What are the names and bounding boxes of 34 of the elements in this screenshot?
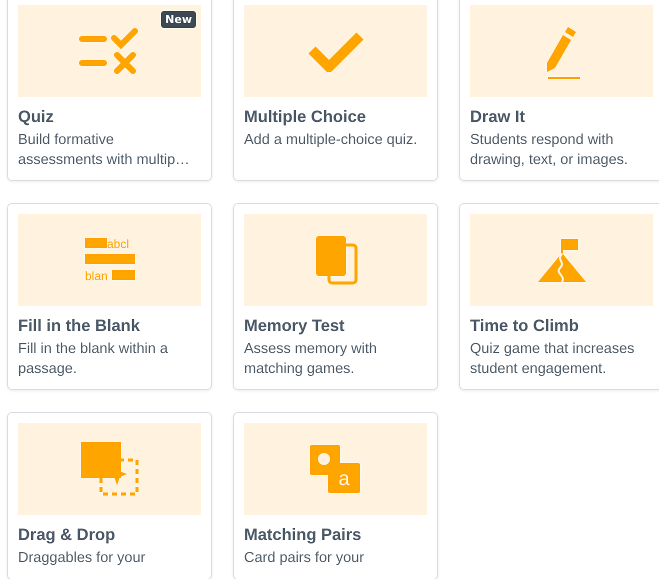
blank-bar <box>112 270 134 280</box>
blank-bar <box>84 238 106 248</box>
card-description: Build formative assessments with multip… <box>18 131 191 170</box>
blank-bar <box>84 254 134 264</box>
icon-label: a <box>338 468 350 490</box>
activity-card[interactable]: New Quiz Build formative assessments with multip… <box>7 0 212 181</box>
drag-drop-icon <box>78 440 140 498</box>
card-description: Assess memory with matching games. <box>244 340 378 378</box>
card-title: Time to Climb <box>470 316 580 337</box>
activity-card[interactable]: Multiple Choice Add a multiple-choice quiz. <box>233 0 438 181</box>
icon-label: blan <box>84 269 108 283</box>
new-badge: New <box>161 11 196 28</box>
card-description: Quiz game that increases student engagement. <box>470 340 636 378</box>
card-description: Card pairs for your <box>244 549 366 568</box>
icon-label: abcl <box>106 237 129 251</box>
card-title: Quiz <box>18 107 55 128</box>
card-title: Fill in the Blank <box>18 316 141 337</box>
card-description: Draggables for your <box>18 549 146 568</box>
activity-card[interactable]: Time to Climb Quiz game that increases student engagement. <box>459 203 659 390</box>
letter-card <box>328 463 360 493</box>
card-description: Students respond with drawing, text, or images. <box>470 131 629 170</box>
card-title: Matching Pairs <box>244 525 362 546</box>
card-title: Draw It <box>470 107 526 128</box>
activity-card[interactable]: abcl blan Fill in the Blank Fill in the blank within a passage. <box>7 203 212 390</box>
card-title: Multiple Choice <box>244 107 367 128</box>
card-description: Add a multiple-choice quiz. <box>244 131 418 150</box>
activity-card[interactable]: Memory Test Assess memory with matching games. <box>233 203 438 390</box>
activity-card[interactable]: Drag & Drop Draggables for your <box>7 412 212 579</box>
activity-card[interactable]: a Matching Pairs Card pairs for your <box>233 412 438 579</box>
card-description: Fill in the blank within a passage. <box>18 340 169 378</box>
card-title: Drag & Drop <box>18 525 116 546</box>
card-title: Memory Test <box>244 316 346 337</box>
checkmark-icon <box>308 30 364 72</box>
activity-card[interactable]: Draw It Students respond with drawing, text, or images. <box>459 0 659 181</box>
